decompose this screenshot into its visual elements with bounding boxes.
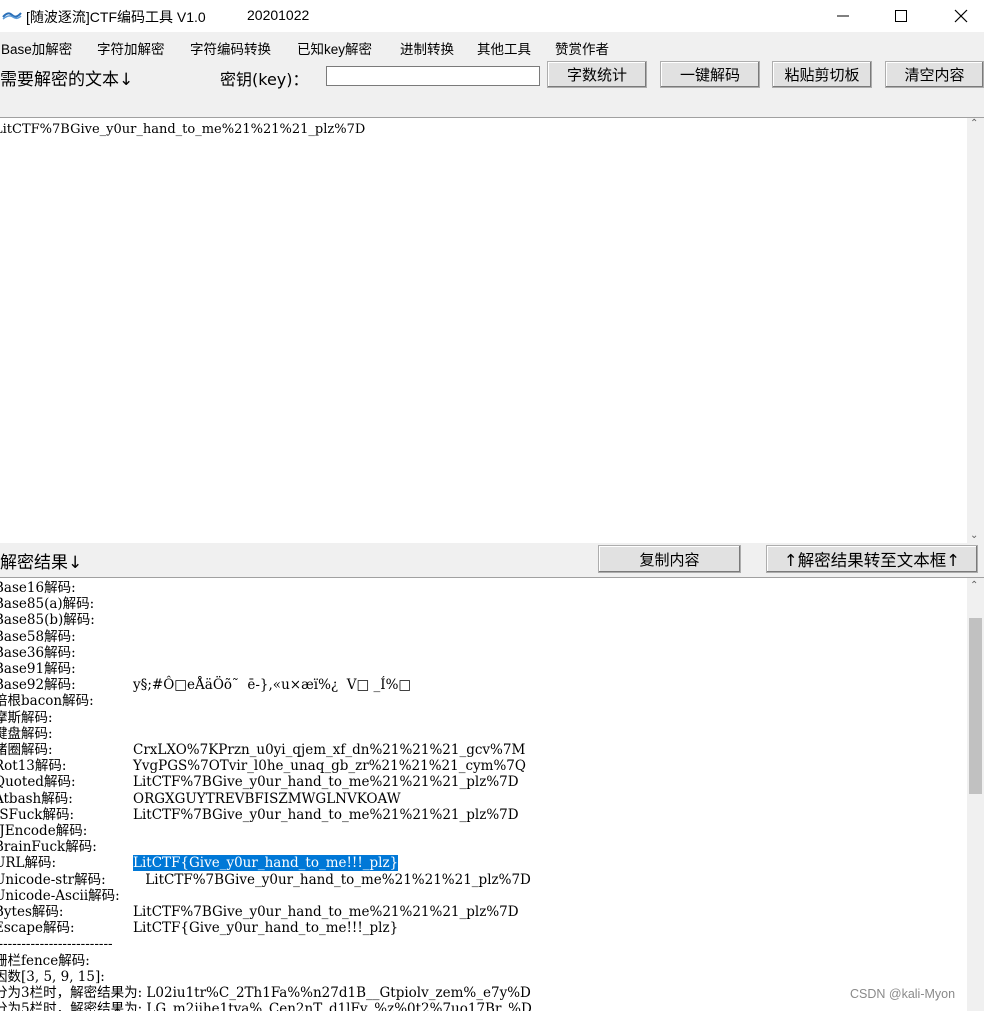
result-name: Base91解码: [0, 661, 76, 677]
result-name: 猪圈解码: [0, 742, 53, 758]
key-label: 密钥(key)： [220, 70, 309, 89]
result-name: Base58解码: [0, 628, 76, 645]
results-textarea[interactable]: Base16解码: Base85(a)解码: Base85(b)解码: Base58解… [0, 577, 984, 1011]
title-bar: [随波逐流]CTF编码工具 V1.0 20201022 [0, 0, 984, 32]
char-count-button[interactable]: 字数统计 [547, 61, 647, 88]
result-value: YvgPGS%7OTvir_l0he_unaq_gb_zr%21%21%21_c… [133, 758, 526, 775]
result-value: LitCTF{Give_y0ur_hand_to_me!!!_plz} [133, 920, 399, 937]
menu-char-encoding[interactable]: 字符编码转换 [190, 38, 271, 58]
result-name: Base36解码: [0, 644, 76, 661]
result-value: LitCTF%7BGive_y0ur_hand_to_me%21%21%21_p… [133, 774, 519, 791]
paste-clipboard-button[interactable]: 粘贴剪切板 [772, 61, 872, 88]
result-name: -------------------------- [0, 936, 113, 953]
result-value: LitCTF%7BGive_y0ur_hand_to_me%21%21%21_p… [133, 806, 519, 823]
menu-bar: Base加解密 字符加解密 字符编码转换 已知key解密 进制转换 其他工具 赞… [0, 36, 984, 58]
minimize-icon [837, 15, 849, 17]
watermark: CSDN @kali-Myon [850, 987, 956, 1001]
results-scrollbar[interactable]: ⌃ [967, 578, 984, 1011]
result-name: Unicode-str解码: [0, 871, 106, 888]
menu-known-key[interactable]: 已知key解密 [297, 38, 372, 58]
scroll-up-icon[interactable]: ⌃ [970, 580, 978, 591]
copy-content-button[interactable]: 复制内容 [598, 545, 741, 573]
maximize-button[interactable] [878, 0, 924, 32]
input-scrollbar[interactable]: ⌃ ⌄ [967, 118, 984, 543]
result-name: Bytes解码: [0, 904, 64, 920]
result-name: Rot13解码: [0, 758, 67, 775]
result-name: URL解码: [0, 855, 57, 872]
result-name: Base92解码: [0, 677, 76, 694]
minimize-button[interactable] [820, 0, 866, 32]
result-value: LitCTF{Give_y0ur_hand_to_me!!!_plz} [133, 855, 399, 872]
transfer-result-button[interactable]: ↑解密结果转至文本框↑ [766, 545, 978, 573]
menu-donate[interactable]: 赞赏作者 [555, 38, 609, 58]
result-value: y§;#Ô□eÅäÖõ˜ ē-},«u×æï%¿ V□ _Í%□ [133, 677, 412, 694]
result-name: 培根bacon解码: [0, 693, 94, 710]
close-button[interactable] [938, 0, 984, 32]
menu-char-crypto[interactable]: 字符加解密 [97, 38, 165, 58]
app-icon [2, 12, 22, 20]
results-label: 解密结果↓ [0, 553, 83, 573]
result-name: 摩斯解码: [0, 709, 53, 726]
result-value: LitCTF%7BGive_y0ur_hand_to_me%21%21%21_p… [133, 904, 519, 920]
scroll-thumb[interactable] [969, 618, 982, 794]
maximize-icon [895, 10, 907, 22]
clear-content-button[interactable]: 清空内容 [885, 61, 984, 88]
result-value: LitCTF%7BGive_y0ur_hand_to_me%21%21%21_p… [141, 871, 531, 888]
window-title: [随波逐流]CTF编码工具 V1.0 [26, 9, 206, 25]
result-name: 分为3栏时，解密结果为: L02iu1tr%C_2Th1Fa%%n27d1B__… [0, 985, 531, 1001]
result-name: 键盘解码: [0, 725, 53, 742]
window-title-date: 20201022 [247, 7, 310, 23]
result-name: 因数[3, 5, 9, 15]: [0, 968, 105, 985]
menu-base[interactable]: Base加解密 [1, 38, 72, 58]
result-name: 栅栏fence解码: [0, 952, 90, 969]
key-input[interactable] [326, 66, 540, 86]
result-name: Escape解码: [0, 920, 75, 937]
result-name: Quoted解码: [0, 774, 76, 791]
one-click-decode-button[interactable]: 一键解码 [660, 61, 760, 88]
result-name: Base85(a)解码: [0, 596, 95, 613]
menu-radix[interactable]: 进制转换 [400, 38, 454, 58]
result-name: BrainFuck解码: [0, 839, 97, 856]
result-value: ORGXGUYTREVBFISZMWGLNVKOAW [133, 790, 401, 807]
result-value: CrxLXO%7KPrzn_u0yi_qjem_xf_dn%21%21%21_g… [133, 742, 526, 758]
close-icon [954, 9, 968, 23]
result-name: Atbash解码: [0, 790, 73, 807]
input-label: 需要解密的文本↓ [0, 70, 134, 90]
result-name: Base16解码: [0, 580, 76, 596]
menu-other-tools[interactable]: 其他工具 [477, 38, 531, 58]
scroll-up-icon[interactable]: ⌃ [970, 118, 978, 129]
result-name: Unicode-Ascii解码: [0, 887, 120, 904]
result-name: JSFuck解码: [0, 806, 75, 823]
input-text: LitCTF%7BGive_y0ur_hand_to_me%21%21%21_p… [0, 122, 366, 137]
input-textarea[interactable]: LitCTF%7BGive_y0ur_hand_to_me%21%21%21_p… [0, 117, 984, 543]
result-name: 分为5栏时，解密结果为: LG_m2iihe1tva%_Cen2nT_d1lFy… [0, 1001, 532, 1011]
result-name: Base85(b)解码: [0, 612, 95, 629]
scroll-down-icon[interactable]: ⌄ [970, 530, 978, 541]
result-name: JJEncode解码: [0, 823, 88, 839]
